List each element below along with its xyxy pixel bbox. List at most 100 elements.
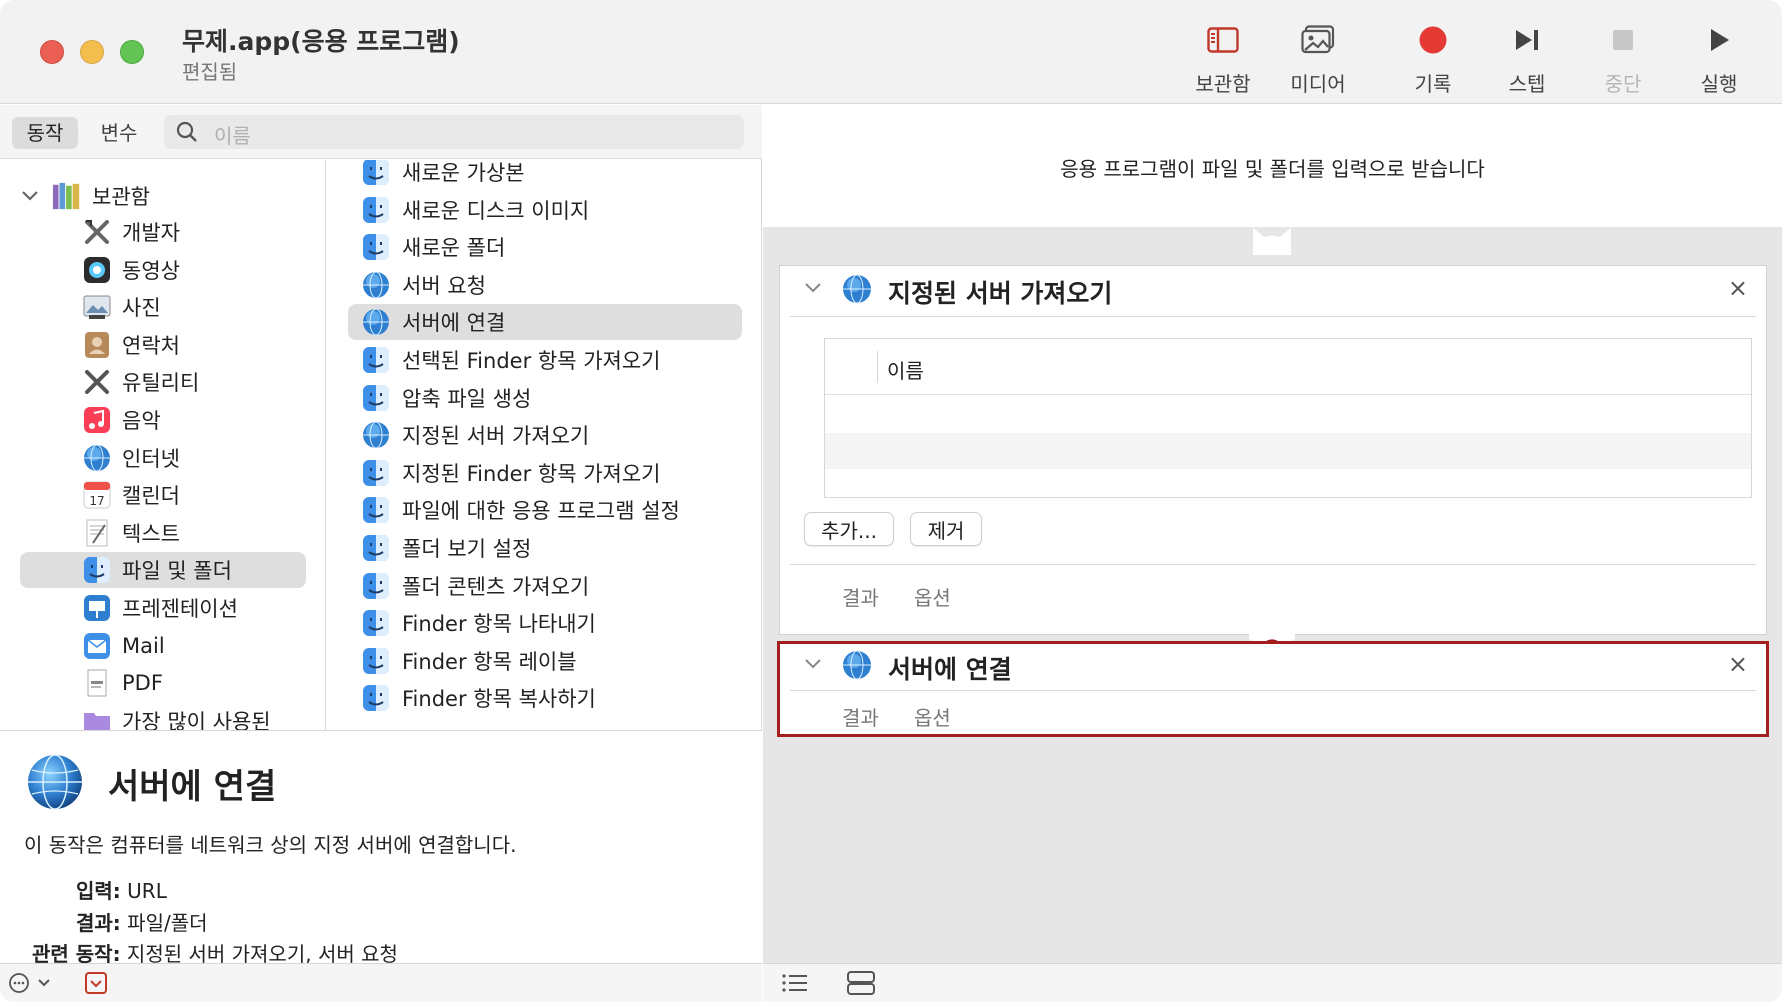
description-title: 서버에 연결 <box>108 767 277 807</box>
action-card-connect-to-server[interactable]: 서버에 연결 × 결과 옵션 <box>777 641 1769 737</box>
minimize-window-button[interactable] <box>80 40 104 64</box>
close-card-button[interactable]: × <box>1728 650 1748 678</box>
action-item[interactable]: 서버에 연결 <box>348 304 742 341</box>
window-title: 무제.app(응용 프로그램) <box>182 27 460 56</box>
action-item[interactable]: 지정된 서버 가져오기 <box>348 417 742 453</box>
card-title: 지정된 서버 가져오기 <box>888 279 1113 308</box>
zoom-window-button[interactable] <box>120 40 144 64</box>
column-name-header[interactable]: 이름 <box>887 355 924 384</box>
add-button[interactable]: 추가... <box>804 512 894 546</box>
media-toolbar-button[interactable]: 미디어 <box>1273 20 1363 100</box>
workflow-pane: 응용 프로그램이 파일 및 폴더를 입력으로 받습니다 지정된 서버 가져오기 … <box>763 105 1782 1002</box>
library-item-label: 동영상 <box>122 258 180 283</box>
globe-icon <box>362 308 390 336</box>
internet-icon <box>82 443 112 473</box>
workflow-view-icon[interactable] <box>847 971 875 999</box>
library-item[interactable]: Mail <box>20 628 165 664</box>
library-item-label: 텍스트 <box>122 521 180 546</box>
finder-icon <box>362 196 390 224</box>
globe-icon <box>842 274 872 308</box>
globe-icon <box>362 421 390 449</box>
action-item[interactable]: Finder 항목 복사하기 <box>348 680 742 716</box>
left-bottom-bar <box>0 963 762 1002</box>
action-item-label: 지정된 서버 가져오기 <box>402 424 590 449</box>
search-input[interactable]: 이름 <box>164 115 744 149</box>
list-view-icon[interactable] <box>781 972 809 998</box>
action-item[interactable]: 새로운 폴더 <box>348 229 742 265</box>
finder-icon <box>362 160 390 186</box>
stop-icon <box>1603 20 1643 60</box>
chevron-down-icon[interactable] <box>20 186 40 206</box>
stop-toolbar-label: 중단 <box>1604 72 1642 96</box>
library-item[interactable]: 개발자 <box>20 214 180 250</box>
library-item[interactable]: 텍스트 <box>20 515 180 551</box>
action-item[interactable]: 지정된 Finder 항목 가져오기 <box>348 455 742 491</box>
action-item[interactable]: Finder 항목 레이블 <box>348 643 742 679</box>
library-tree: 보관함 개발자동영상사진연락처유틸리티음악인터넷 17 캘린더텍스트파일 및 폴더프… <box>0 160 326 730</box>
tab-results[interactable]: 결과 <box>842 582 879 611</box>
library-item[interactable]: 음악 <box>20 402 161 438</box>
chevron-down-icon[interactable] <box>804 280 822 299</box>
automator-window: 무제.app(응용 프로그램) 편집됨 보관함 미디어 기록 스텝 중단 실행 … <box>0 0 1782 1002</box>
table-row[interactable] <box>825 433 1751 469</box>
library-item[interactable]: 17 캘린더 <box>20 477 180 513</box>
tab-options[interactable]: 옵션 <box>914 582 951 611</box>
action-item[interactable]: 서버 요청 <box>348 267 742 303</box>
library-item[interactable]: 파일 및 폴더 <box>20 552 306 589</box>
library-root[interactable]: 보관함 <box>20 178 150 214</box>
action-item[interactable]: 새로운 디스크 이미지 <box>348 192 742 228</box>
globe-icon <box>26 753 84 815</box>
tab-results[interactable]: 결과 <box>842 702 879 731</box>
library-item-label: 인터넷 <box>122 446 180 471</box>
close-window-button[interactable] <box>40 40 64 64</box>
action-item-label: 압축 파일 생성 <box>402 386 532 411</box>
action-item[interactable]: 파일에 대한 응용 프로그램 설정 <box>348 492 742 528</box>
library-item-label: 캘린더 <box>122 484 180 509</box>
run-toolbar-button[interactable]: 실행 <box>1674 20 1764 100</box>
library-item[interactable]: 동영상 <box>20 252 180 288</box>
description-toggle-icon[interactable] <box>84 971 108 999</box>
servers-table[interactable]: 이름 <box>824 338 1752 498</box>
description-input-value: URL <box>127 879 167 903</box>
tab-options[interactable]: 옵션 <box>914 702 951 731</box>
tab-variables[interactable]: 변수 <box>86 117 152 149</box>
library-pane: 동작 변수 이름 보관함 개발자동영상사진연락처유틸리티음악인터넷 17 캘린더텍스… <box>0 105 762 1002</box>
action-item-label: Finder 항목 레이블 <box>402 649 577 674</box>
action-item[interactable]: Finder 항목 나타내기 <box>348 605 742 641</box>
action-item[interactable]: 압축 파일 생성 <box>348 380 742 416</box>
action-item[interactable]: 새로운 가상본 <box>348 160 742 190</box>
more-options-icon[interactable] <box>8 972 54 998</box>
action-item-label: 지정된 Finder 항목 가져오기 <box>402 461 661 486</box>
library-item-label: 사진 <box>122 296 161 321</box>
finder-icon <box>362 459 390 487</box>
library-item[interactable]: 사진 <box>20 289 161 325</box>
library-item[interactable]: 인터넷 <box>20 440 180 476</box>
titlebar: 무제.app(응용 프로그램) 편집됨 보관함 미디어 기록 스텝 중단 실행 <box>0 0 1782 104</box>
description-input-key: 입력: <box>76 879 121 903</box>
library-item-label: 유틸리티 <box>122 371 200 396</box>
step-toolbar-button[interactable]: 스텝 <box>1482 20 1572 100</box>
action-item[interactable]: 선택된 Finder 항목 가져오기 <box>348 342 742 378</box>
library-toolbar-button[interactable]: 보관함 <box>1178 20 1268 100</box>
library-item-label: 프레젠테이션 <box>122 597 238 621</box>
action-item[interactable]: 폴더 콘텐츠 가져오기 <box>348 568 742 604</box>
finder-icon <box>362 233 390 261</box>
chevron-down-icon[interactable] <box>804 656 822 675</box>
close-card-button[interactable]: × <box>1728 274 1748 302</box>
library-item[interactable]: 연락처 <box>20 327 180 363</box>
description-text: 이 동작은 컴퓨터를 네트워크 상의 지정 서버에 연결합니다. <box>24 833 517 857</box>
library-item[interactable]: 프레젠테이션 <box>20 590 238 626</box>
remove-button[interactable]: 제거 <box>910 512 982 546</box>
library-item-label: 음악 <box>122 409 161 433</box>
mail-icon <box>82 631 112 661</box>
action-item[interactable]: 폴더 보기 설정 <box>348 530 742 566</box>
stop-toolbar-button[interactable]: 중단 <box>1578 20 1668 100</box>
library-item[interactable]: PDF <box>20 665 163 701</box>
record-toolbar-button[interactable]: 기록 <box>1388 20 1478 100</box>
library-item[interactable]: 가장 많이 사용된 <box>20 703 271 730</box>
svg-text:17: 17 <box>89 494 104 508</box>
workflow-header: 응용 프로그램이 파일 및 폴더를 입력으로 받습니다 <box>763 105 1782 227</box>
tab-actions[interactable]: 동작 <box>12 117 78 149</box>
library-item[interactable]: 유틸리티 <box>20 364 199 400</box>
library-item-label: Mail <box>122 633 165 658</box>
